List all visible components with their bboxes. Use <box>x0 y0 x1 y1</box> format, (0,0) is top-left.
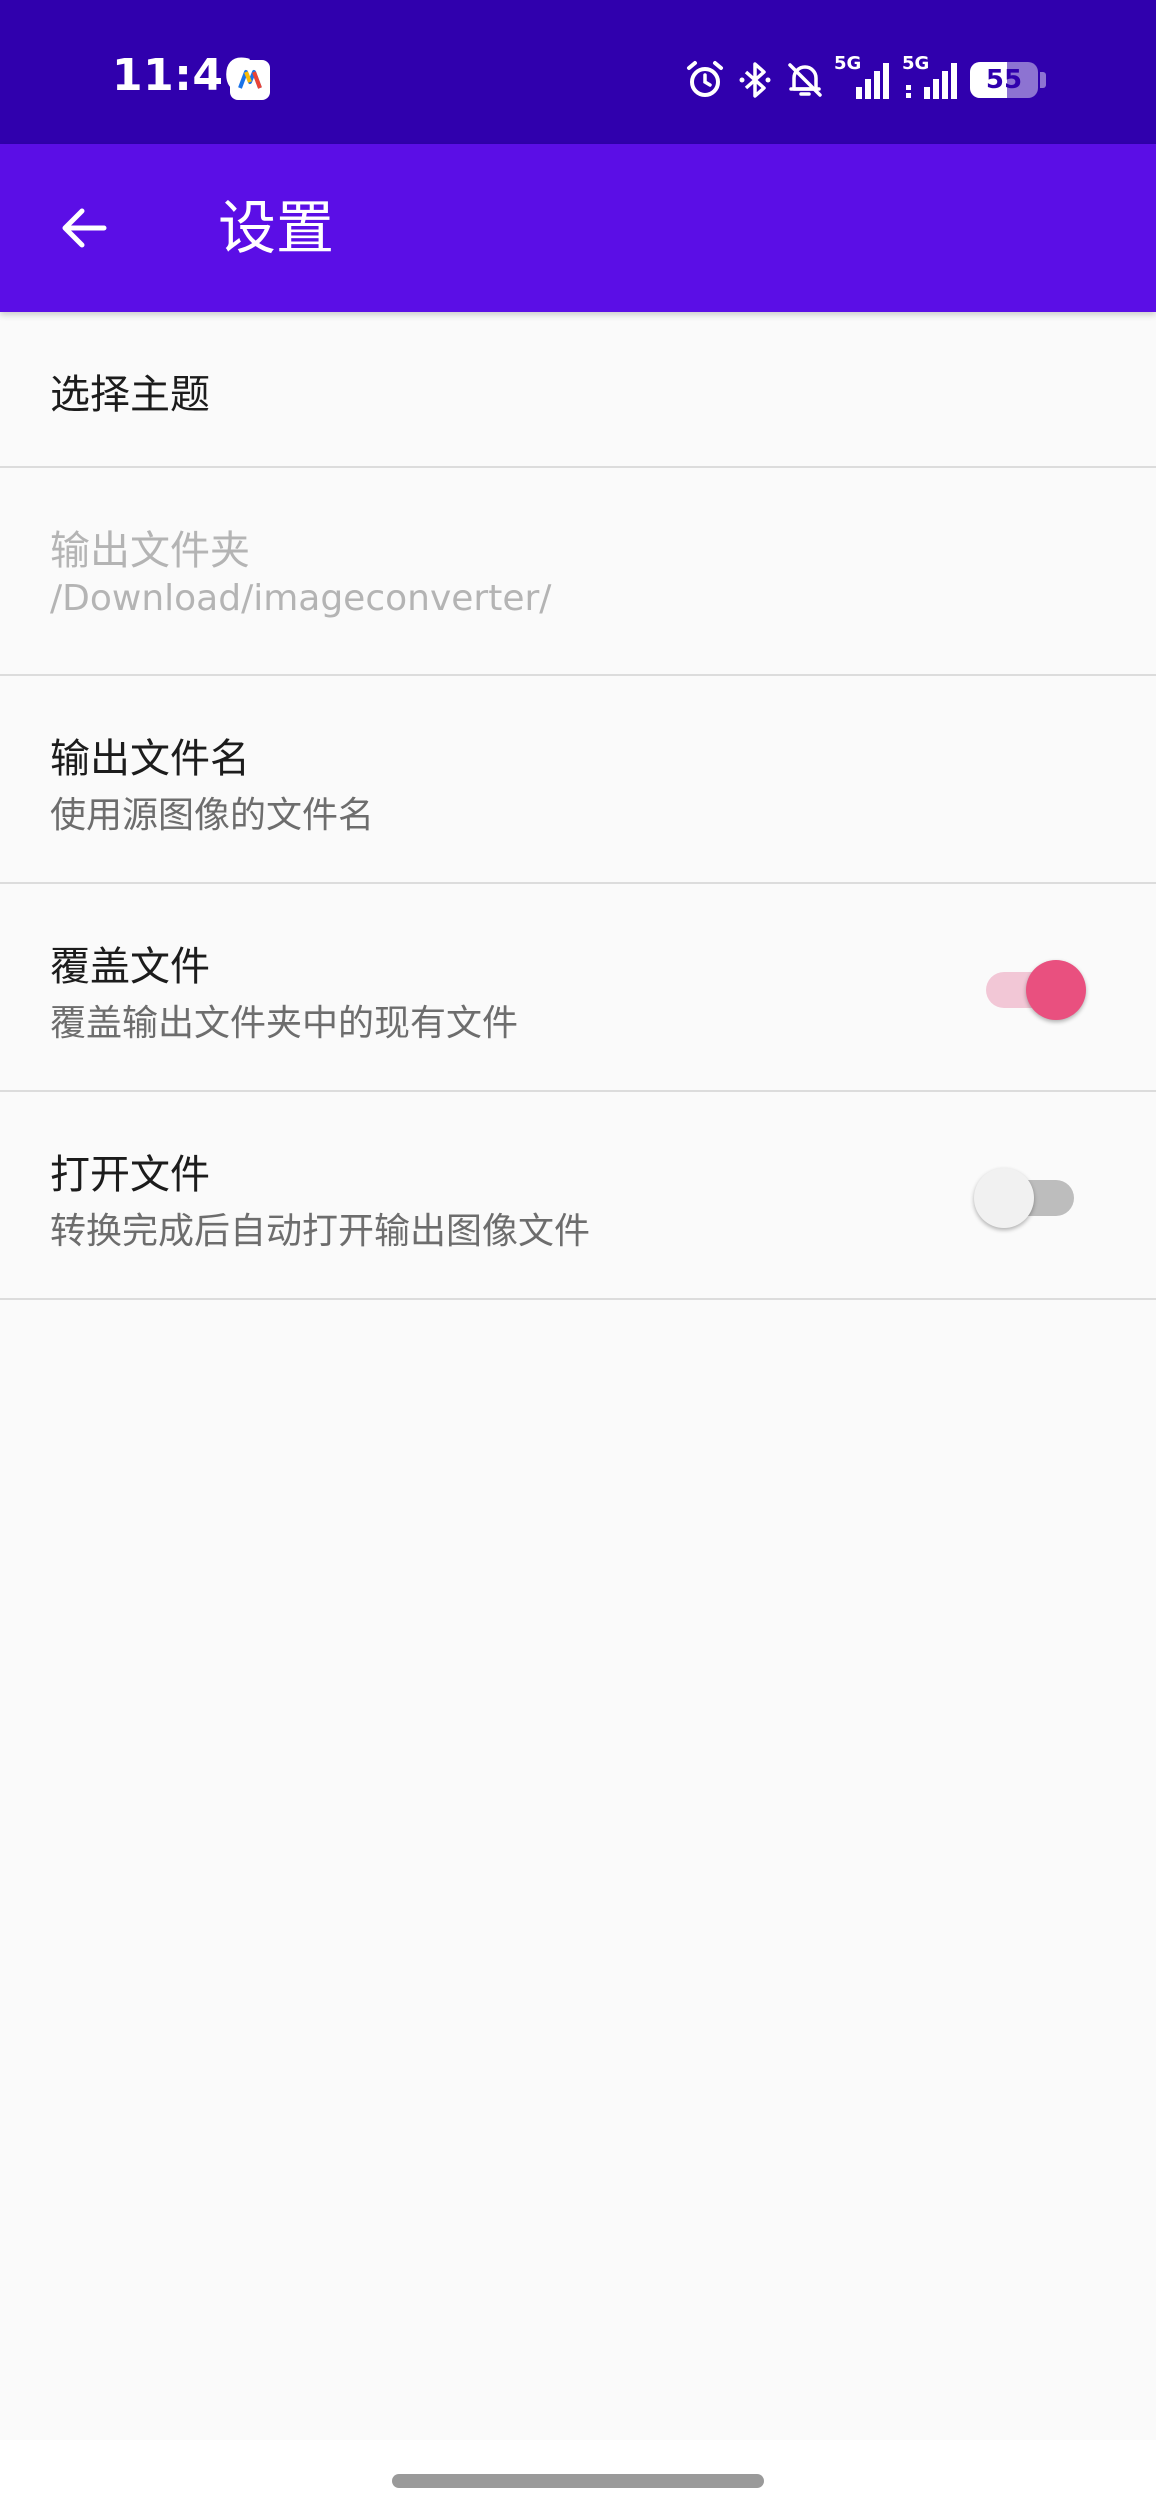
pref-output-filename[interactable]: 输出文件名 使用源图像的文件名 <box>0 676 1156 884</box>
pref-summary: 转换完成后自动打开输出图像文件 <box>50 1211 591 1252</box>
signal-icon-2: 5G <box>902 53 962 103</box>
alarm-icon <box>684 59 726 101</box>
pref-open-file[interactable]: 打开文件 转换完成后自动打开输出图像文件 <box>0 1092 1156 1300</box>
overwrite-toggle[interactable] <box>980 960 1086 1020</box>
pref-summary: /Download/imageconverter/ <box>50 578 552 619</box>
pref-title: 打开文件 <box>50 1152 210 1198</box>
pref-select-theme[interactable]: 选择主题 <box>0 312 1156 468</box>
home-gesture-handle[interactable] <box>392 2474 764 2488</box>
status-bar: 11:46 5G 5G 55 <box>0 0 1156 144</box>
battery-icon: 55 <box>970 62 1038 98</box>
bluetooth-icon <box>734 59 776 101</box>
battery-tip <box>1040 72 1046 88</box>
back-button[interactable] <box>40 188 128 268</box>
settings-list: 选择主题 输出文件夹 /Download/imageconverter/ 输出文… <box>0 312 1156 1300</box>
battery-level: 55 <box>985 65 1023 95</box>
pref-overwrite-files[interactable]: 覆盖文件 覆盖输出文件夹中的现有文件 <box>0 884 1156 1092</box>
pref-title: 输出文件名 <box>50 736 250 782</box>
arrow-left-icon <box>62 208 107 248</box>
pref-title: 输出文件夹 <box>50 528 250 574</box>
page-title: 设置 <box>218 194 335 262</box>
pref-title: 选择主题 <box>50 372 210 418</box>
signal-icon: 5G <box>834 53 894 103</box>
status-icons: 5G 5G 55 <box>684 52 1046 108</box>
app-notification-icon <box>230 60 270 100</box>
bell-off-icon <box>784 59 826 101</box>
app-bar: 设置 <box>0 144 1156 312</box>
toggle-thumb <box>974 1168 1034 1228</box>
pref-summary: 覆盖输出文件夹中的现有文件 <box>50 1003 519 1044</box>
pref-output-folder: 输出文件夹 /Download/imageconverter/ <box>0 468 1156 676</box>
toggle-thumb <box>1026 960 1086 1020</box>
pref-summary: 使用源图像的文件名 <box>50 795 375 836</box>
navigation-bar <box>0 2440 1156 2510</box>
open-file-toggle[interactable] <box>974 1168 1080 1228</box>
pref-title: 覆盖文件 <box>50 944 210 990</box>
